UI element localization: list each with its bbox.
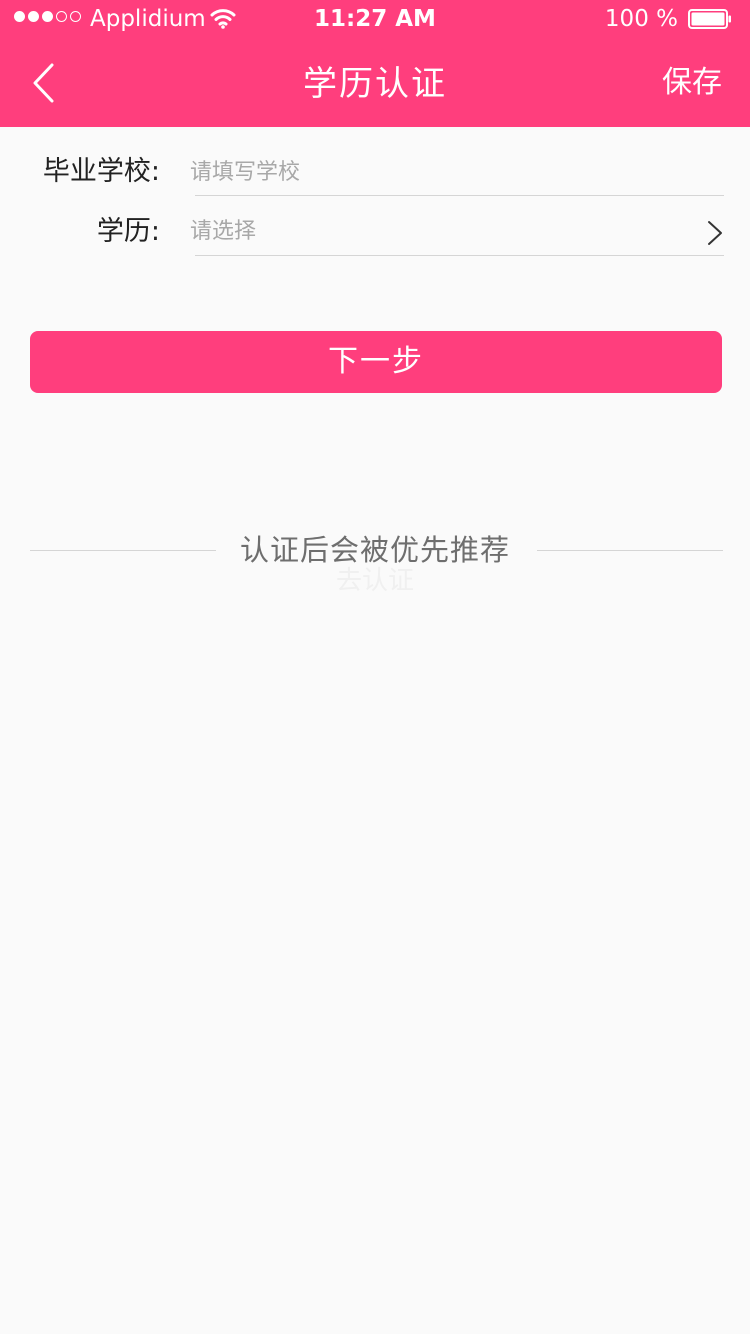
page-title: 学历认证 [303,64,447,104]
form-row-school: 毕业学校: [0,141,750,201]
school-label: 毕业学校: [42,156,160,187]
battery-icon [688,9,731,29]
chevron-right-icon [708,221,722,245]
save-button[interactable]: 保存 [662,63,722,103]
next-step-button[interactable]: 下一步 [30,331,722,393]
navigation-bar: 学历认证 保存 [0,40,750,127]
school-input[interactable] [190,155,690,189]
recommend-section: 认证后会被优先推荐 [0,530,750,570]
divider [195,195,724,196]
status-bar: Applidium 11:27 AM 100 % [0,0,750,40]
education-placeholder: 请选择 [190,219,257,244]
header: Applidium 11:27 AM 100 % 学历认证 保存 [0,0,750,127]
form-row-education: 学历: 请选择 [0,201,750,261]
battery-percentage: 100 % [604,6,678,32]
divider [195,255,724,256]
recommend-text: 认证后会被优先推荐 [239,533,510,567]
education-label: 学历: [96,216,160,247]
go-verify-link[interactable]: 去认证 [0,566,750,596]
education-select[interactable]: 请选择 [190,217,724,251]
